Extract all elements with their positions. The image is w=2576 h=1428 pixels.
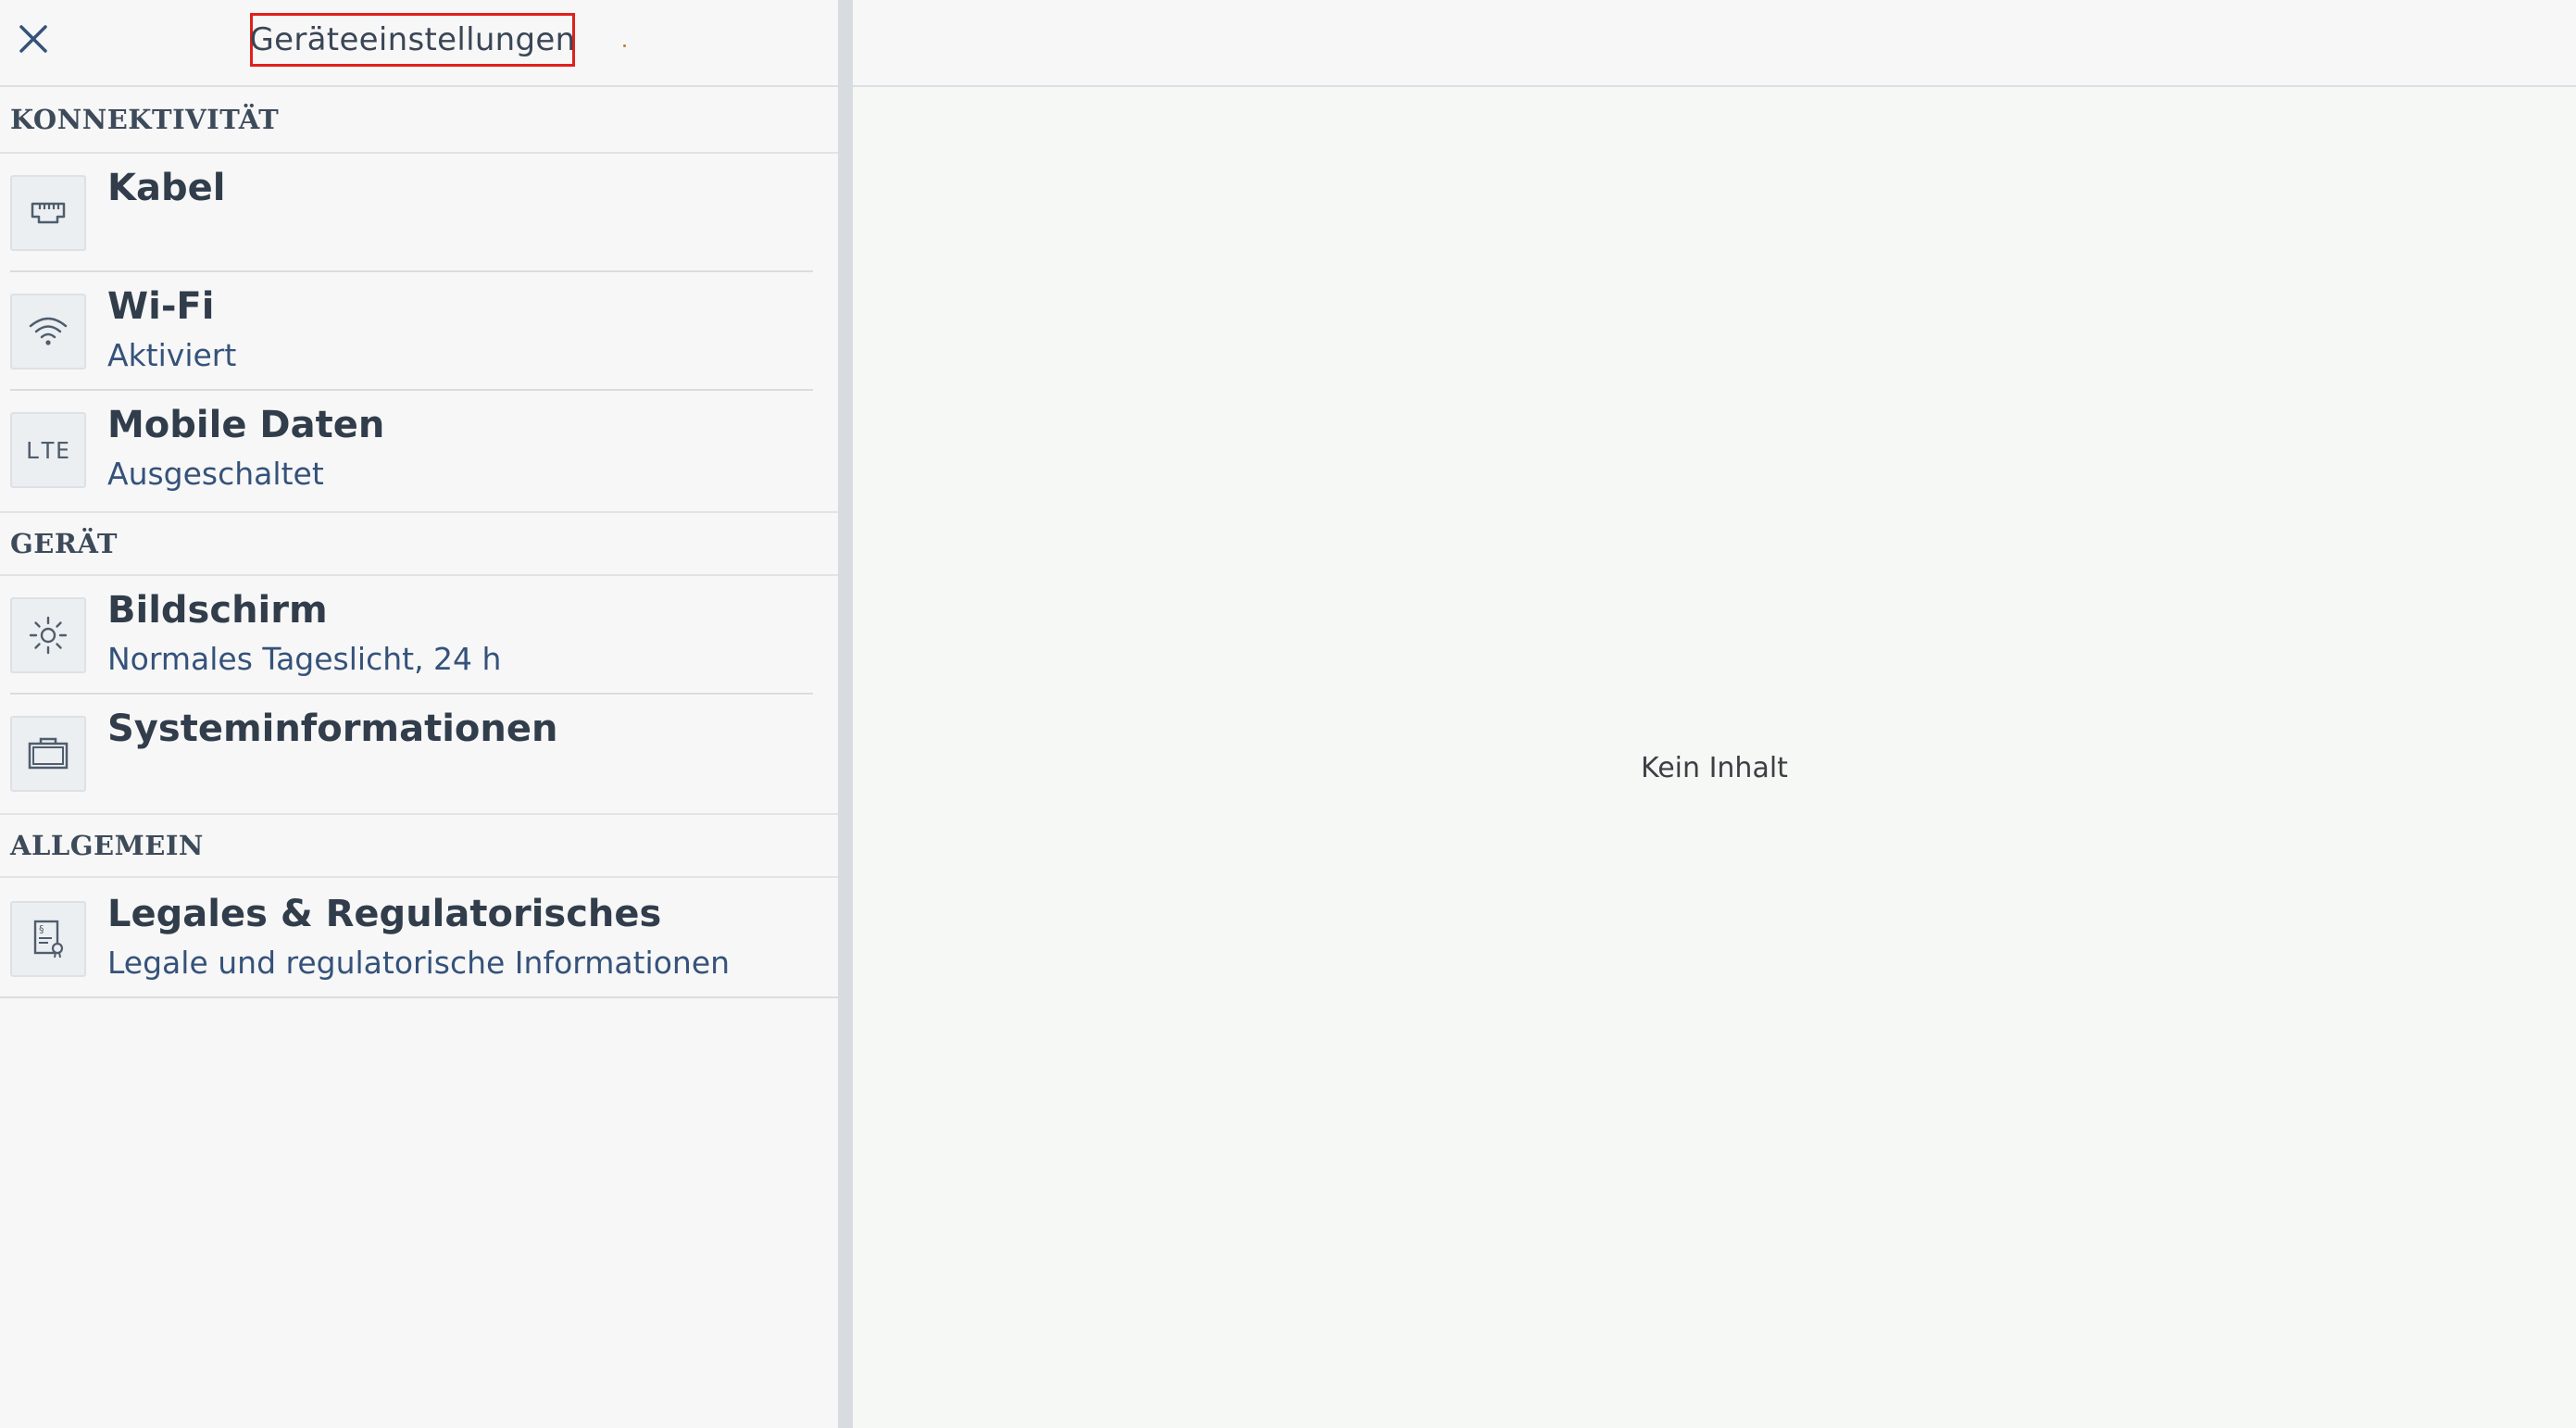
section-label: GERÄT: [10, 528, 118, 559]
nav-header: Geräteeinstellungen: [0, 0, 838, 87]
detail-header: [853, 0, 2576, 87]
row-divider: [0, 996, 838, 998]
ethernet-port-icon: [10, 175, 86, 251]
empty-state-text: Kein Inhalt: [1641, 752, 1788, 784]
settings-item-title: Kabel: [107, 167, 226, 209]
settings-item-subtitle: Legale und regulatorische Informationen: [107, 945, 731, 981]
settings-item-title: Mobile Daten: [107, 404, 385, 446]
close-icon: [19, 25, 47, 53]
lte-icon-text: LTE: [25, 436, 71, 464]
section-header-general: ALLGEMEIN: [0, 813, 838, 878]
settings-item-title: Legales & Regulatorisches: [107, 893, 662, 935]
settings-item-subtitle: Normales Tageslicht, 24 h: [107, 641, 502, 677]
brightness-icon: [10, 597, 86, 673]
page-title-box: Geräteeinstellungen: [250, 13, 575, 67]
settings-item-subtitle: Aktiviert: [107, 337, 237, 373]
settings-item-wifi[interactable]: Wi-Fi Aktiviert: [0, 272, 838, 391]
settings-item-system-info[interactable]: Systeminformationen: [0, 695, 838, 813]
settings-nav-pane: Geräteeinstellungen KONNEKTIVITÄT Kabel: [0, 0, 838, 1428]
settings-item-title: Systeminformationen: [107, 708, 558, 750]
settings-item-title: Bildschirm: [107, 589, 328, 632]
section-header-connectivity: KONNEKTIVITÄT: [0, 87, 838, 154]
detail-pane: Kein Inhalt: [853, 0, 2576, 1428]
settings-item-subtitle: Ausgeschaltet: [107, 456, 324, 492]
page-title: Geräteeinstellungen: [249, 21, 576, 58]
settings-item-legal[interactable]: § Legales & Regulatorisches Legale und r…: [0, 880, 838, 998]
section-label: ALLGEMEIN: [10, 830, 204, 861]
lte-icon: LTE: [10, 412, 86, 488]
pane-splitter[interactable]: [838, 0, 853, 1428]
settings-item-title: Wi-Fi: [107, 285, 215, 328]
device-settings-app: Geräteeinstellungen KONNEKTIVITÄT Kabel: [0, 0, 2576, 1428]
section-header-device: GERÄT: [0, 511, 838, 576]
marker-dot: [623, 44, 626, 47]
svg-text:§: §: [39, 923, 44, 935]
wifi-icon: [10, 294, 86, 370]
settings-item-mobile-data[interactable]: LTE Mobile Daten Ausgeschaltet: [0, 391, 838, 509]
legal-document-icon: §: [10, 901, 86, 977]
system-info-icon: [10, 716, 86, 792]
settings-item-cable[interactable]: Kabel: [0, 154, 838, 272]
settings-item-display[interactable]: Bildschirm Normales Tageslicht, 24 h: [0, 576, 838, 695]
close-button[interactable]: [13, 19, 54, 59]
section-label: KONNEKTIVITÄT: [10, 104, 280, 135]
